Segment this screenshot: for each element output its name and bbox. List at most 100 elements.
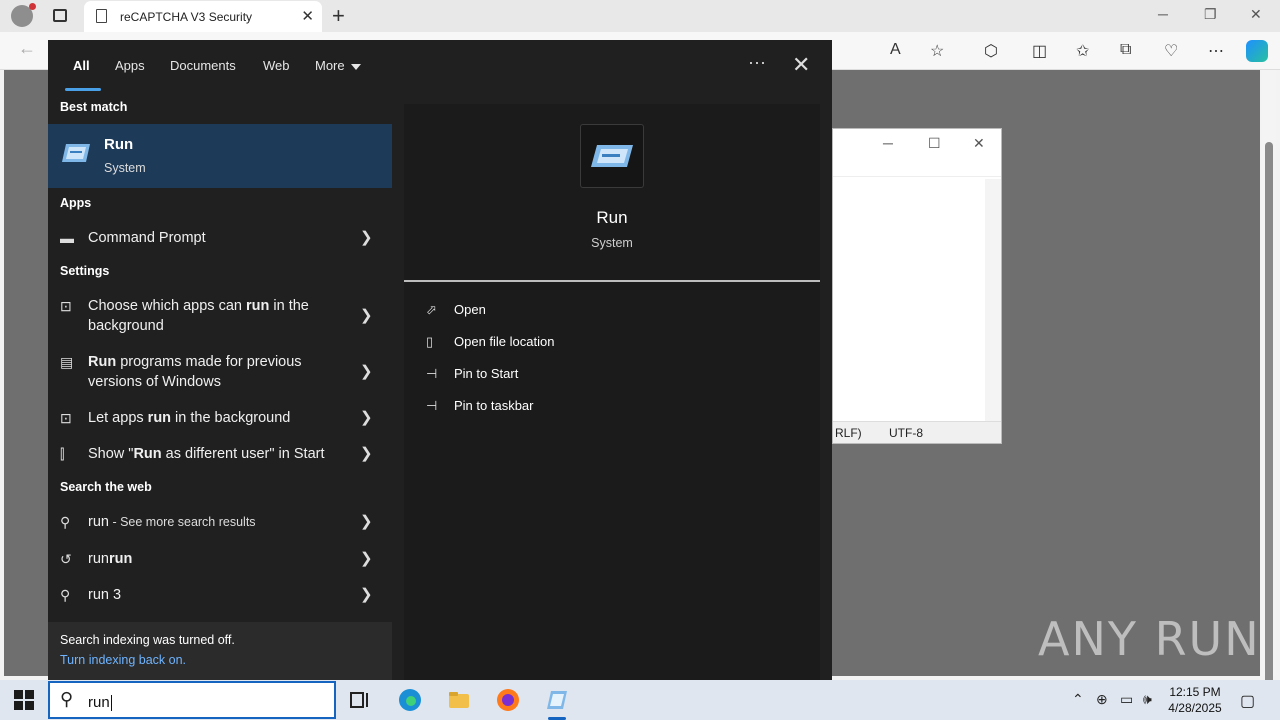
action-pin-to-taskbar[interactable]: ⊣ Pin to taskbar — [426, 398, 534, 414]
minimize-icon[interactable]: ─ — [1158, 6, 1168, 22]
more-menu-icon[interactable]: ⋯ — [1208, 41, 1224, 61]
page-scrollbar[interactable] — [1262, 70, 1276, 720]
run-icon — [591, 145, 633, 167]
watermark-logo: ANY RUN — [1038, 612, 1261, 666]
show-hidden-icons-icon[interactable]: ⌃ — [1072, 691, 1084, 708]
active-tab-indicator — [65, 88, 101, 91]
restore-icon[interactable]: ❐ — [1204, 6, 1217, 23]
chevron-right-icon[interactable]: ❯ — [360, 408, 373, 426]
close-tab-icon[interactable]: ✕ — [301, 7, 314, 25]
best-match-item[interactable]: Run System — [48, 124, 392, 188]
page-icon — [96, 9, 107, 23]
result-label: Choose which apps can run in the backgro… — [88, 298, 309, 334]
action-open-file-location[interactable]: ▯ Open file location — [426, 334, 554, 350]
notepad-scrollbar[interactable] — [985, 179, 1001, 423]
encoding-label: UTF-8 — [889, 426, 923, 440]
run-app-large-icon — [580, 124, 644, 188]
best-match-heading: Best match — [60, 100, 128, 114]
web-result-runrun[interactable]: ↺ runrun ❯ — [48, 549, 392, 573]
preview-divider — [404, 280, 820, 282]
chevron-right-icon[interactable]: ❯ — [360, 306, 373, 324]
result-setting-let-apps-run[interactable]: ⊡ Let apps run in the background ❯ — [48, 408, 392, 432]
settings-heading: Settings — [60, 264, 110, 278]
new-tab-icon[interactable]: + — [332, 3, 345, 29]
web-result-run[interactable]: ⚲ run - See more search results ❯ — [48, 512, 392, 536]
notepad-statusbar: RLF) UTF-8 — [833, 421, 1001, 443]
chevron-right-icon[interactable]: ❯ — [360, 512, 373, 530]
notifications-icon[interactable]: ▢ — [1240, 691, 1255, 711]
taskbar: ⚲ run ⌃ ⊕ ▭ 🕪 12:15 PM 4/28/2025 ▢ — [0, 680, 1280, 720]
result-label: Let apps run in the background — [88, 410, 291, 426]
taskbar-search-input[interactable]: ⚲ run — [48, 681, 336, 719]
notepad-close-icon[interactable]: ✕ — [973, 135, 985, 152]
run-app-icon — [62, 144, 90, 162]
result-setting-background-apps[interactable]: ⊡ Choose which apps can run in the backg… — [48, 296, 392, 340]
tab-documents[interactable]: Documents — [170, 58, 236, 73]
tab-more-label: More — [315, 58, 345, 73]
volume-icon[interactable]: 🕪 — [1143, 691, 1152, 708]
copilot-icon[interactable] — [1246, 40, 1268, 62]
chevron-right-icon[interactable]: ❯ — [360, 585, 373, 603]
result-command-prompt[interactable]: ▬ Command Prompt ❯ — [48, 228, 392, 252]
result-label: Run programs made for previous versions … — [88, 354, 302, 390]
result-label: run - See more search results — [88, 514, 256, 530]
result-label: Command Prompt — [88, 230, 206, 246]
start-search-panel: All Apps Documents Web More ··· ✕ Best m… — [48, 40, 832, 680]
collections-icon[interactable]: ⧉ — [1120, 41, 1131, 59]
notepad-window: ─ ☐ ✕ RLF) UTF-8 — [832, 128, 1002, 444]
result-setting-run-as-user[interactable]: ⫿ Show "Run as different user" in Start … — [48, 444, 392, 468]
browser-tab[interactable]: reCAPTCHA V3 Security ✕ — [84, 1, 322, 32]
firefox-icon[interactable] — [496, 688, 520, 712]
turn-indexing-on-link[interactable]: Turn indexing back on. — [60, 653, 186, 667]
file-explorer-icon[interactable] — [447, 688, 471, 712]
performance-icon[interactable]: ♡ — [1164, 41, 1178, 61]
more-options-icon[interactable]: ··· — [748, 52, 766, 73]
split-screen-icon[interactable]: ◫ — [1032, 41, 1047, 61]
favorite-star-icon[interactable]: ☆ — [930, 41, 944, 61]
tab-all[interactable]: All — [73, 58, 90, 73]
results-list: Best match Run System Apps ▬ Command Pro… — [48, 92, 392, 680]
command-prompt-icon: ▬ — [60, 230, 74, 246]
search-query: run — [88, 694, 112, 712]
task-view-icon[interactable] — [348, 688, 372, 712]
best-match-type: System — [104, 161, 146, 175]
action-open[interactable]: ⬀ Open — [426, 302, 486, 318]
search-icon: ⚲ — [60, 514, 71, 530]
notepad-minimize-icon[interactable]: ─ — [883, 135, 893, 151]
tab-apps[interactable]: Apps — [115, 58, 145, 73]
profile-avatar[interactable] — [11, 3, 36, 27]
web-result-run-3[interactable]: ⚲ run 3 ❯ — [48, 585, 392, 609]
close-window-icon[interactable]: ✕ — [1250, 6, 1262, 23]
compatibility-icon: ▤ — [60, 354, 74, 370]
windows-start-icon[interactable] — [14, 690, 34, 710]
scroll-thumb[interactable] — [1265, 142, 1273, 720]
tab-actions-icon[interactable] — [53, 9, 67, 22]
action-pin-to-start[interactable]: ⊣ Pin to Start — [426, 366, 518, 382]
edge-icon[interactable] — [398, 688, 422, 712]
chevron-right-icon[interactable]: ❯ — [360, 549, 373, 567]
result-label: runrun — [88, 551, 133, 567]
apps-heading: Apps — [60, 196, 92, 210]
read-aloud-icon[interactable]: A — [890, 41, 901, 59]
extensions-icon[interactable]: ⬡ — [984, 41, 998, 61]
chevron-right-icon[interactable]: ❯ — [360, 444, 373, 462]
search-filter-tabs: All Apps Documents Web More ··· ✕ — [48, 40, 832, 92]
preview-app-name: Run — [596, 208, 628, 227]
close-search-icon[interactable]: ✕ — [792, 52, 810, 78]
tab-web[interactable]: Web — [263, 58, 290, 73]
system-clock[interactable]: 12:15 PM 4/28/2025 — [1156, 684, 1234, 716]
chevron-right-icon[interactable]: ❯ — [360, 228, 373, 246]
chevron-right-icon[interactable]: ❯ — [360, 362, 373, 380]
notepad-maximize-icon[interactable]: ☐ — [928, 135, 941, 152]
pin-icon: ⊣ — [426, 366, 438, 381]
network-adapter-icon[interactable]: ⊕ — [1096, 691, 1108, 708]
network-icon[interactable]: ▭ — [1120, 691, 1133, 708]
notepad-taskbar-icon[interactable] — [545, 688, 569, 712]
back-icon[interactable]: ← — [18, 38, 36, 59]
favorites-icon[interactable]: ✩ — [1076, 41, 1089, 61]
result-setting-compat[interactable]: ▤ Run programs made for previous version… — [48, 352, 392, 396]
tab-title: reCAPTCHA V3 Security — [120, 10, 253, 24]
tab-more[interactable]: More — [315, 58, 361, 73]
search-web-heading: Search the web — [60, 480, 152, 494]
open-icon: ⬀ — [426, 302, 437, 317]
